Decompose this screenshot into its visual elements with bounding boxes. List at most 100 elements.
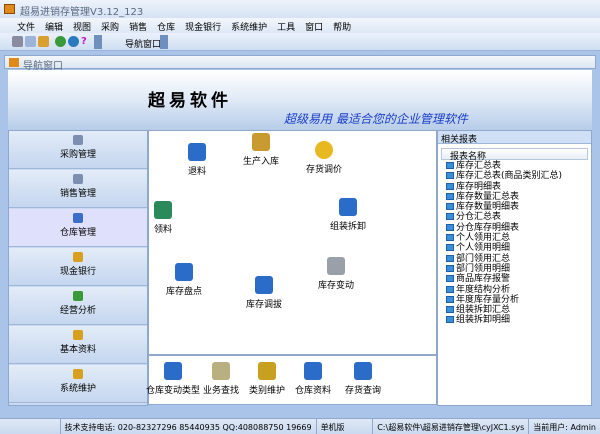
assembly-icon [339, 198, 357, 216]
pick-material-item[interactable]: 领料 [133, 201, 193, 235]
report-item[interactable]: 库存数量汇总表 [441, 192, 588, 202]
report-icon [446, 254, 454, 262]
shortcut-strip: 仓库变动类型 业务查找 类别维护 仓库资料 存货查询 [146, 355, 437, 405]
status-bar: 技术支持电话: 020-82327296 85440935 QQ:4080887… [0, 418, 600, 434]
menu-cash-bank[interactable]: 现金银行 [180, 18, 226, 33]
nav-window-button[interactable]: 导航窗口 [125, 37, 161, 50]
cash-icon [73, 252, 83, 262]
sidebar-item-system[interactable]: 系统维护 [9, 365, 147, 403]
price-adjust-item[interactable]: 存货调价 [294, 141, 354, 175]
report-icon [446, 285, 454, 293]
report-item[interactable]: 个人领用明细 [441, 243, 588, 253]
assembly-item[interactable]: 组装拆卸 [318, 198, 378, 232]
copy-icon[interactable] [25, 36, 36, 47]
app-title: 超易进销存管理V3.12_123 [20, 7, 144, 18]
stock-transfer-item[interactable]: 库存调拔 [234, 276, 294, 310]
stock-change-icon [327, 257, 345, 275]
menu-edit[interactable]: 编辑 [40, 18, 68, 33]
nav-window-title: 导航窗口 [4, 55, 596, 72]
report-icon [446, 264, 454, 272]
report-icon [446, 223, 454, 231]
stocktake-icon [175, 263, 193, 281]
purchase-icon [73, 135, 83, 145]
report-item[interactable]: 分仓汇总表 [441, 212, 588, 222]
menu-warehouse[interactable]: 仓库 [152, 18, 180, 33]
return-material-icon [188, 143, 206, 161]
sales-icon [73, 174, 83, 184]
toolbar-overflow-2[interactable] [160, 35, 168, 49]
report-icon [446, 213, 454, 221]
menu-view[interactable]: 视图 [68, 18, 96, 33]
data-icon [73, 330, 83, 340]
menu-system[interactable]: 系统维护 [226, 18, 272, 33]
stock-query-item[interactable]: 存货查询 [333, 362, 393, 396]
report-icon [446, 203, 454, 211]
sidebar: 采购管理 销售管理 仓库管理 现金银行 经营分析 基本资料 系统维护 [8, 130, 148, 406]
report-item[interactable]: 部门领用明细 [441, 264, 588, 274]
report-item[interactable]: 库存汇总表 [441, 161, 588, 171]
paste-icon[interactable] [38, 36, 49, 47]
production-in-item[interactable]: 生产入库 [231, 133, 291, 167]
cut-icon[interactable] [12, 36, 23, 47]
production-icon [252, 133, 270, 151]
help-icon[interactable]: ? [81, 36, 92, 47]
report-item[interactable]: 库存明细表 [441, 182, 588, 192]
report-icon [446, 182, 454, 190]
menu-purchase[interactable]: 采购 [96, 18, 124, 33]
menu-help[interactable]: 帮助 [328, 18, 356, 33]
report-item[interactable]: 年度库存量分析 [441, 295, 588, 305]
menu-file[interactable]: 文件 [12, 18, 40, 33]
report-item[interactable]: 组装拆卸汇总 [441, 305, 588, 315]
report-item[interactable]: 个人领用汇总 [441, 233, 588, 243]
report-item[interactable]: 库存数量明细表 [441, 202, 588, 212]
sidebar-item-warehouse[interactable]: 仓库管理 [9, 209, 147, 247]
menu-bar: 文件 编辑 视图 采购 销售 仓库 现金银行 系统维护 工具 窗口 帮助 [0, 18, 600, 33]
banner: 超易软件 超级易用 最适合您的企业管理软件 [8, 70, 592, 130]
warehouse-data-icon [304, 362, 322, 380]
app-icon [4, 4, 15, 14]
sidebar-item-basic-data[interactable]: 基本资料 [9, 326, 147, 364]
toolbar: ? 导航窗口 [0, 33, 600, 51]
report-item[interactable]: 年度结构分析 [441, 285, 588, 295]
report-icon [446, 295, 454, 303]
change-type-icon [164, 362, 182, 380]
sidebar-item-cash-bank[interactable]: 现金银行 [9, 248, 147, 286]
column-header[interactable]: 报表名称 [441, 148, 588, 162]
reports-panel: 相关报表 报表名称 库存汇总表 库存汇总表(商品类别汇总) 库存明细表 库存数量汇总表… [437, 130, 592, 406]
report-icon [446, 306, 454, 314]
globe-icon[interactable] [68, 36, 79, 47]
menu-sales[interactable]: 销售 [124, 18, 152, 33]
window-icon [9, 58, 19, 67]
stock-change-item[interactable]: 库存变动 [306, 257, 366, 291]
book-icon [258, 362, 276, 380]
binoculars-icon [212, 362, 230, 380]
coin-icon [315, 141, 333, 159]
search-icon [354, 362, 372, 380]
system-icon [73, 369, 83, 379]
reports-title: 相关报表 [438, 131, 591, 145]
report-icon [446, 172, 454, 180]
report-item[interactable]: 部门领用汇总 [441, 254, 588, 264]
report-icon [446, 244, 454, 252]
sidebar-item-purchase[interactable]: 采购管理 [9, 131, 147, 169]
status-path: C:\超易软件\超易进销存管理\cyJXC1.sys [373, 419, 530, 434]
pick-material-icon [154, 201, 172, 219]
report-item[interactable]: 组装拆卸明细 [441, 315, 588, 325]
report-icon [446, 192, 454, 200]
return-material-item[interactable]: 退料 [167, 143, 227, 177]
sidebar-item-analysis[interactable]: 经营分析 [9, 287, 147, 325]
warehouse-icon [73, 213, 83, 223]
report-icon [446, 162, 454, 169]
menu-tools[interactable]: 工具 [272, 18, 300, 33]
stocktake-item[interactable]: 库存盘点 [154, 263, 214, 297]
banner-slogan: 超级易用 最适合您的企业管理软件 [284, 112, 468, 126]
report-item[interactable]: 分仓库存明细表 [441, 223, 588, 233]
sidebar-item-sales[interactable]: 销售管理 [9, 170, 147, 208]
toolbar-overflow[interactable] [94, 35, 102, 49]
report-item[interactable]: 商品库存报警 [441, 274, 588, 284]
refresh-icon[interactable] [55, 36, 66, 47]
menu-window[interactable]: 窗口 [300, 18, 328, 33]
status-user: 当前用户: Admin [533, 423, 596, 432]
report-item[interactable]: 库存汇总表(商品类别汇总) [441, 171, 588, 181]
report-icon [446, 234, 454, 242]
